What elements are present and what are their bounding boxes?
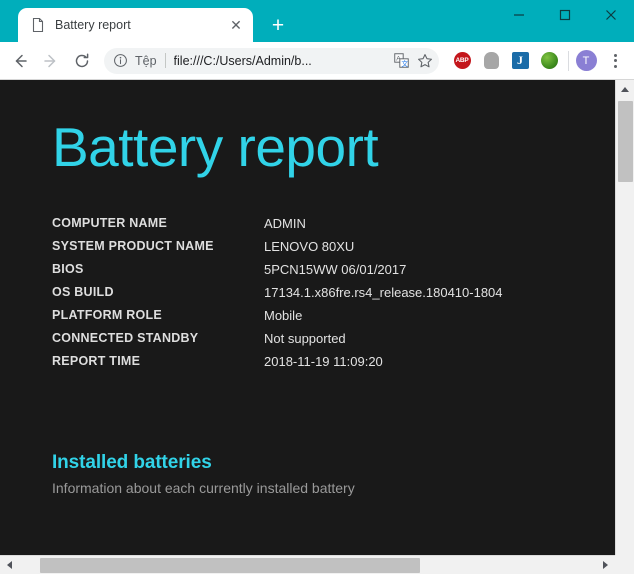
section-subtitle: Information about each currently install…: [52, 480, 355, 496]
kebab-dot: [613, 53, 617, 57]
info-label: PLATFORM ROLE: [52, 308, 162, 322]
window-controls: [496, 0, 634, 30]
horizontal-scrollbar-thumb[interactable]: [40, 558, 420, 573]
scroll-up-button[interactable]: [616, 80, 634, 98]
system-info-table: COMPUTER NAME ADMIN SYSTEM PRODUCT NAME …: [52, 216, 503, 377]
table-row: SYSTEM PRODUCT NAME LENOVO 80XU: [52, 239, 503, 262]
horizontal-scrollbar[interactable]: [0, 555, 634, 574]
table-row: OS BUILD 17134.1.x86fre.rs4_release.1804…: [52, 285, 503, 308]
table-row: REPORT TIME 2018-11-19 11:09:20: [52, 354, 503, 377]
installed-batteries-section: Installed batteries Information about ea…: [52, 452, 615, 496]
url-scheme-label: Tệp: [135, 53, 157, 68]
close-icon: [606, 10, 616, 20]
info-label: OS BUILD: [52, 285, 114, 299]
section-title: Installed batteries: [52, 452, 212, 473]
scrollbar-corner: [615, 555, 634, 574]
extension-ghostery[interactable]: [479, 49, 503, 73]
back-button[interactable]: [6, 47, 34, 75]
info-value: Not supported: [264, 331, 346, 346]
table-row: BIOS 5PCN15WW 06/01/2017: [52, 262, 503, 285]
info-label: SYSTEM PRODUCT NAME: [52, 239, 214, 253]
info-value: ADMIN: [264, 216, 306, 231]
tab-battery-report[interactable]: Battery report ✕: [18, 8, 253, 42]
table-row: COMPUTER NAME ADMIN: [52, 216, 503, 239]
tab-title: Battery report: [55, 18, 131, 32]
bookmark-star-icon[interactable]: [415, 51, 435, 71]
shield-icon: [483, 52, 499, 69]
info-label: CONNECTED STANDBY: [52, 331, 199, 345]
toolbar-divider: [568, 50, 569, 71]
reload-button[interactable]: [68, 47, 96, 75]
new-tab-button[interactable]: +: [264, 11, 292, 39]
chevron-right-icon: [602, 561, 608, 569]
info-value: 2018-11-19 11:09:20: [264, 354, 383, 369]
info-value: 17134.1.x86fre.rs4_release.180410-1804: [264, 285, 503, 300]
browser-menu-button[interactable]: [603, 49, 627, 73]
info-value: Mobile: [264, 308, 303, 323]
chevron-left-icon: [6, 561, 12, 569]
browser-window: Battery report ✕ + Tệp file:///C:/Users/…: [0, 0, 634, 574]
avatar: T: [575, 50, 597, 71]
info-value: 5PCN15WW 06/01/2017: [264, 262, 407, 277]
page-viewport: Battery report COMPUTER NAME ADMIN SYSTE…: [0, 80, 634, 574]
document-icon: [32, 17, 44, 33]
vertical-scrollbar-thumb[interactable]: [618, 101, 633, 182]
adblock-plus-icon: ABP: [453, 52, 471, 69]
extension-globe[interactable]: [537, 49, 561, 73]
address-bar[interactable]: Tệp file:///C:/Users/Admin/b... A 文: [104, 47, 439, 74]
info-label: BIOS: [52, 262, 84, 276]
kebab-dot: [613, 59, 617, 62]
info-value: LENOVO 80XU: [264, 239, 355, 254]
maximize-button[interactable]: [542, 0, 588, 30]
globe-icon: [540, 52, 558, 69]
close-window-button[interactable]: [588, 0, 634, 30]
info-label: REPORT TIME: [52, 354, 141, 368]
url-text[interactable]: file:///C:/Users/Admin/b...: [174, 54, 387, 68]
chevron-up-icon: [621, 86, 629, 92]
kebab-dot: [613, 64, 617, 68]
forward-arrow-icon: [44, 54, 56, 67]
battery-report-document: Battery report COMPUTER NAME ADMIN SYSTE…: [0, 80, 615, 554]
minimize-icon: [514, 14, 524, 16]
info-circle-icon[interactable]: [113, 53, 128, 68]
browser-toolbar: Tệp file:///C:/Users/Admin/b... A 文 ABP: [0, 42, 634, 80]
info-label: COMPUTER NAME: [52, 216, 168, 230]
table-row: PLATFORM ROLE Mobile: [52, 308, 503, 331]
extension-idm[interactable]: J: [508, 49, 532, 73]
table-row: CONNECTED STANDBY Not supported: [52, 331, 503, 354]
close-icon[interactable]: ✕: [228, 17, 244, 33]
translate-icon[interactable]: A 文: [391, 51, 411, 71]
scroll-right-button[interactable]: [596, 556, 614, 574]
omnibox-divider: [164, 53, 166, 68]
vertical-scrollbar[interactable]: [615, 80, 634, 574]
extension-adblock-plus[interactable]: ABP: [450, 49, 474, 73]
scroll-left-button[interactable]: [0, 556, 18, 574]
reload-icon: [75, 52, 89, 67]
svg-text:文: 文: [401, 59, 408, 68]
forward-button[interactable]: [37, 47, 65, 75]
profile-button[interactable]: T: [574, 49, 598, 73]
page-title: Battery report: [52, 116, 379, 178]
minimize-button[interactable]: [496, 0, 542, 30]
maximize-icon: [559, 9, 571, 21]
download-manager-icon: J: [511, 52, 529, 69]
back-arrow-icon: [15, 54, 27, 67]
tab-strip: Battery report ✕ +: [0, 0, 634, 42]
